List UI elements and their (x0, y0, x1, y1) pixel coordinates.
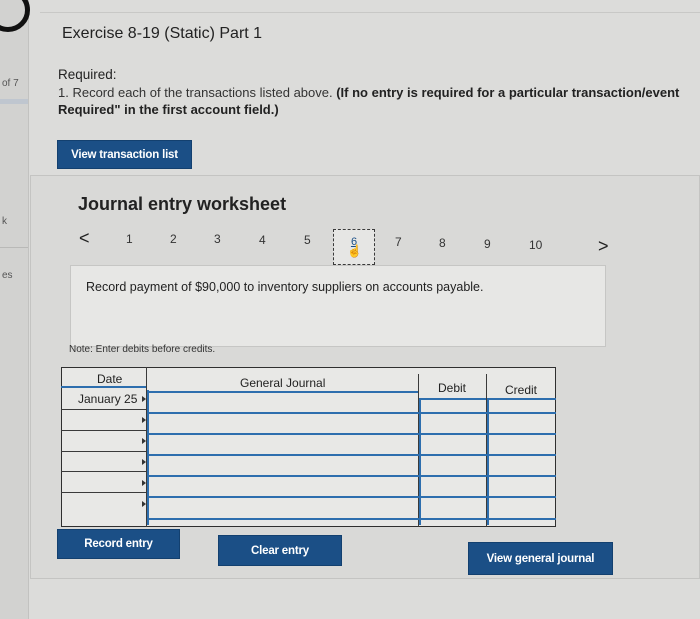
page-5[interactable]: 5 (304, 233, 311, 247)
row-dropdown-marker (142, 417, 146, 423)
view-general-journal-button[interactable]: View general journal (468, 542, 613, 575)
row-divider (61, 430, 146, 431)
transaction-description-box (70, 265, 606, 347)
worksheet-title: Journal entry worksheet (78, 194, 287, 214)
credit-field[interactable] (489, 400, 555, 411)
part-counter: of 7 (2, 78, 19, 89)
page-9[interactable]: 9 (484, 237, 491, 251)
column-divider (147, 390, 149, 525)
view-transaction-list-button[interactable]: View transaction list (57, 140, 192, 169)
debit-field[interactable] (421, 400, 485, 411)
side-panel: of 7 k es (0, 0, 30, 619)
page-8[interactable]: 8 (439, 236, 446, 250)
hand-cursor-icon: ☝ (347, 244, 362, 258)
row-divider (148, 496, 556, 498)
instruction-bold: (If no entry is required for a particula… (336, 85, 680, 100)
instruction-bold: Required" in the first account field.) (58, 102, 279, 117)
date-cell[interactable]: January 25 (78, 392, 137, 406)
row-dropdown-marker (142, 396, 146, 402)
transaction-description: Record payment of $90,000 to inventory s… (86, 280, 484, 294)
progress-bar (0, 99, 28, 104)
row-divider (148, 518, 556, 520)
instruction-text: 1. Record each of the transactions liste… (58, 84, 700, 118)
account-field[interactable] (150, 499, 416, 516)
column-divider (487, 398, 489, 525)
account-field[interactable] (150, 436, 416, 453)
side-text: k (2, 216, 7, 227)
row-dropdown-marker (142, 459, 146, 465)
header-rule (146, 391, 418, 393)
row-divider (61, 451, 146, 452)
divider (0, 247, 28, 248)
row-divider (148, 454, 556, 456)
divider (40, 12, 700, 13)
account-field[interactable] (150, 457, 416, 474)
general-journal-header: General Journal (240, 376, 326, 390)
row-divider (148, 475, 556, 477)
required-label: Required: (58, 67, 117, 82)
account-field[interactable] (150, 415, 416, 432)
row-divider (148, 412, 556, 414)
row-divider (148, 433, 556, 435)
chevron-right-icon[interactable]: > (598, 236, 609, 257)
record-entry-button[interactable]: Record entry (57, 529, 180, 559)
header-rule (61, 386, 146, 388)
logo-icon (0, 0, 30, 32)
page-7[interactable]: 7 (395, 235, 402, 249)
credit-header: Credit (505, 383, 538, 397)
page-10[interactable]: 10 (529, 238, 542, 252)
note-text: Note: Enter debits before credits. (69, 344, 216, 355)
date-header: Date (97, 372, 123, 386)
exercise-title: Exercise 8-19 (Static) Part 1 (62, 25, 263, 42)
row-dropdown-marker (142, 480, 146, 486)
row-divider (61, 471, 146, 472)
account-field[interactable] (150, 478, 416, 495)
account-field[interactable] (150, 394, 416, 411)
page-2[interactable]: 2 (170, 232, 177, 246)
row-divider (61, 492, 146, 493)
row-divider (61, 409, 146, 410)
instruction-plain: 1. Record each of the transactions liste… (58, 85, 337, 100)
chevron-left-icon[interactable]: < (79, 228, 90, 249)
page-3[interactable]: 3 (214, 232, 221, 246)
clear-entry-button[interactable]: Clear entry (218, 535, 342, 566)
side-text: es (2, 270, 13, 281)
row-dropdown-marker (142, 438, 146, 444)
debit-header: Debit (438, 381, 467, 395)
page-1[interactable]: 1 (126, 232, 133, 246)
row-dropdown-marker (142, 501, 146, 507)
page-4[interactable]: 4 (259, 233, 266, 247)
column-divider (419, 398, 421, 525)
